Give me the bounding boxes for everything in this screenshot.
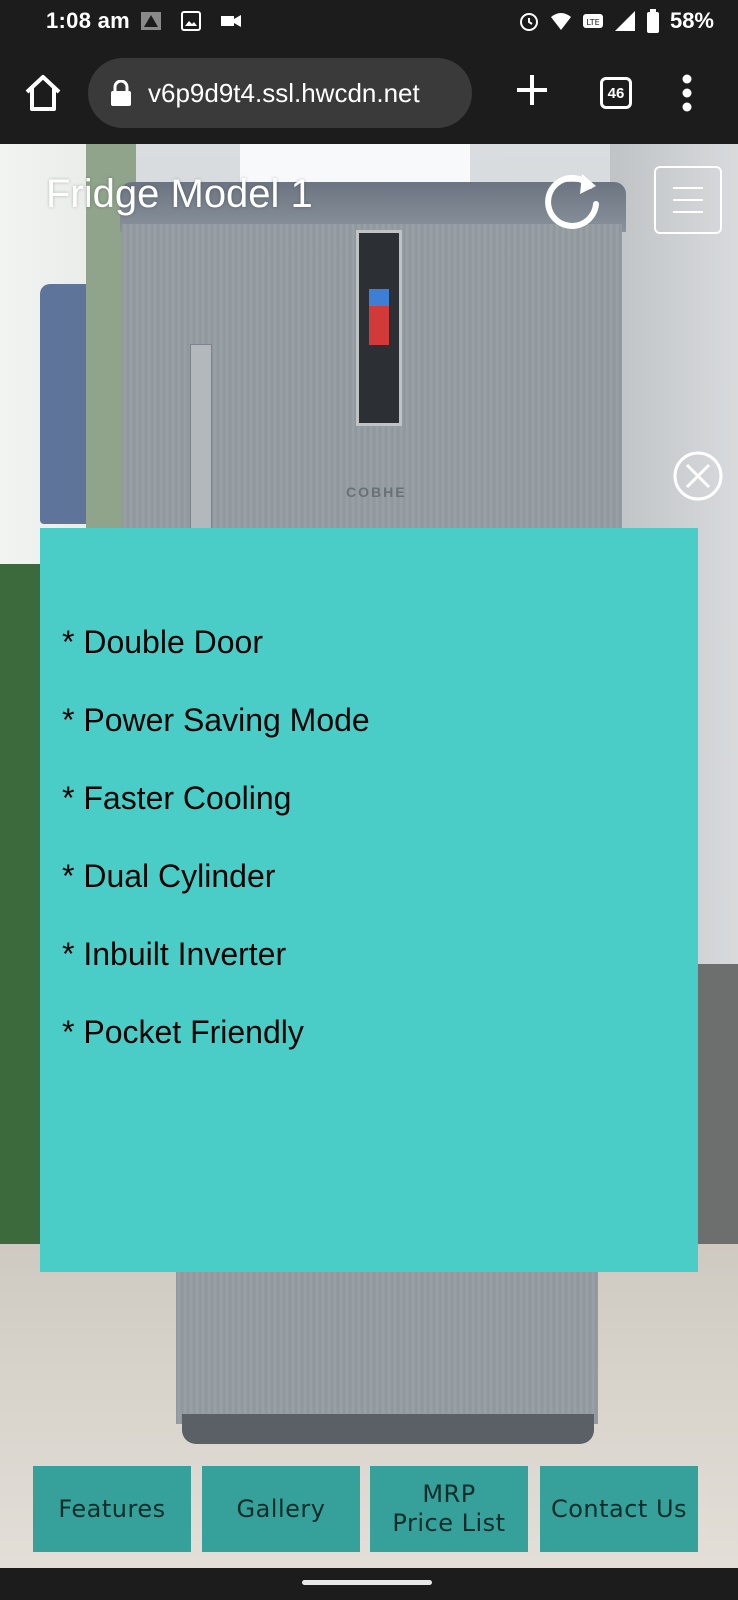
contact-us-button-label: Contact Us <box>550 1494 688 1523</box>
battery-percent: 58% <box>669 8 714 33</box>
bottom-nav: Features Gallery MRP Price List Contact … <box>0 1466 738 1554</box>
feature-item: * Double Door <box>62 624 263 660</box>
feature-item: * Power Saving Mode <box>62 702 370 738</box>
feature-item: * Pocket Friendly <box>62 1014 304 1050</box>
home-gesture-pill[interactable] <box>302 1580 432 1585</box>
features-button-label: Features <box>58 1494 166 1523</box>
menu-line <box>673 211 703 213</box>
tab-switcher-button[interactable]: 46 <box>600 77 632 109</box>
menu-line <box>673 199 703 201</box>
tab-count: 46 <box>607 84 625 102</box>
gesture-bar <box>0 1568 738 1600</box>
status-time: 1:08 am <box>46 8 131 33</box>
gallery-button-label: Gallery <box>236 1494 326 1523</box>
alarm-icon <box>519 13 538 31</box>
signal-icon <box>614 11 635 31</box>
volte-icon: LTE <box>582 14 603 28</box>
mrp-price-list-button[interactable]: MRP Price List <box>370 1466 528 1552</box>
wifi-icon <box>550 13 571 30</box>
gallery-button[interactable]: Gallery <box>202 1466 360 1552</box>
page-title: Fridge Model 1 <box>46 172 313 216</box>
features-button[interactable]: Features <box>33 1466 191 1552</box>
mrp-button-label-line1: MRP <box>422 1480 476 1508</box>
address-bar[interactable]: v6p9d9t4.ssl.hwcdn.net <box>88 58 472 128</box>
close-icon[interactable] <box>672 450 724 502</box>
fridge-control-panel <box>356 230 402 426</box>
new-tab-icon[interactable] <box>514 72 550 108</box>
fridge-base <box>182 1414 594 1444</box>
url-text: v6p9d9t4.ssl.hwcdn.net <box>148 77 420 108</box>
contact-us-button[interactable]: Contact Us <box>540 1466 698 1552</box>
feature-item: * Faster Cooling <box>62 780 292 816</box>
feature-item: * Dual Cylinder <box>62 858 276 894</box>
image-icon <box>181 11 202 31</box>
refresh-icon[interactable] <box>538 166 606 234</box>
mrp-button-label-line2: Price List <box>392 1509 506 1537</box>
fridge-brand: COBHE <box>346 484 407 500</box>
lock-icon <box>111 80 131 106</box>
menu-line <box>673 187 703 189</box>
video-camera-icon <box>221 15 242 27</box>
browser-menu-icon[interactable] <box>680 72 694 114</box>
feature-item: * Inbuilt Inverter <box>62 936 287 972</box>
battery-icon <box>646 9 659 33</box>
browser-toolbar: v6p9d9t4.ssl.hwcdn.net 46 <box>0 42 738 144</box>
features-panel: * Double Door * Power Saving Mode * Fast… <box>40 528 698 1272</box>
alert-triangle-icon <box>141 12 162 30</box>
hamburger-menu-button[interactable] <box>654 166 722 234</box>
ar-viewport[interactable]: COBHE Fridge Model 1 * Double Door * Pow… <box>0 144 738 1568</box>
home-icon[interactable] <box>22 72 64 114</box>
svg-text:LTE: LTE <box>586 18 599 27</box>
status-bar: 1:08 am LTE 58% <box>0 0 738 42</box>
